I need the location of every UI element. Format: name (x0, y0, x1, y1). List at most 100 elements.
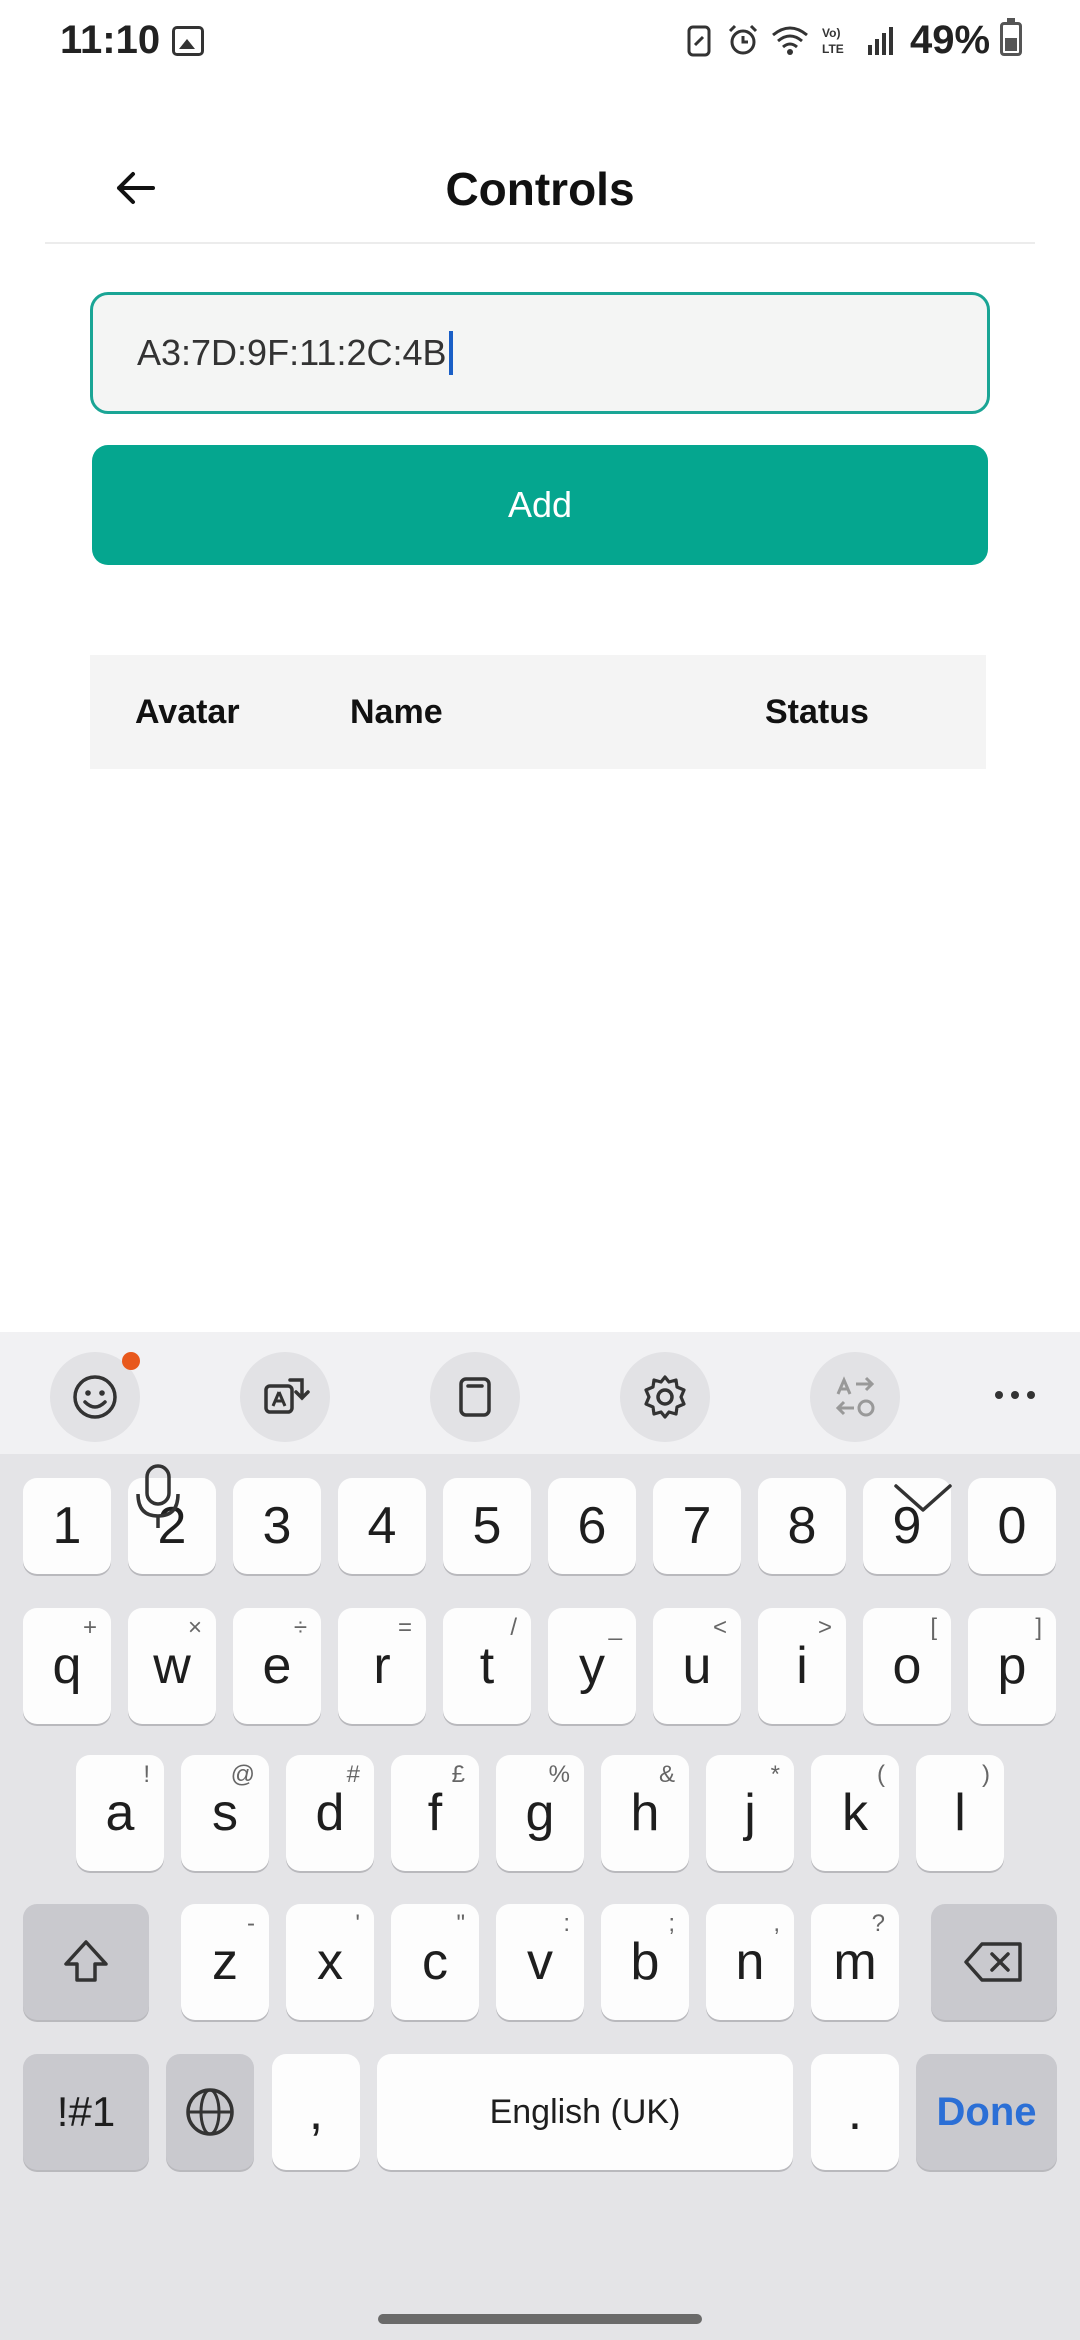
comma-key[interactable]: , (272, 2054, 360, 2170)
key-letter: l (954, 1784, 966, 1842)
key-h[interactable]: h & (601, 1755, 689, 1871)
key-letter: i (796, 1637, 808, 1695)
key-letter: c (422, 1933, 448, 1991)
emoji-button[interactable] (50, 1352, 140, 1442)
done-key[interactable]: Done (916, 2054, 1057, 2170)
key-hint: / (510, 1614, 517, 1641)
key-hint: ! (143, 1761, 150, 1788)
clipboard-button[interactable] (430, 1352, 520, 1442)
key-hint: > (817, 1614, 832, 1641)
key-hint: × (187, 1614, 202, 1641)
key-l[interactable]: l) (916, 1755, 1004, 1871)
volte-icon: Vo) LTE (822, 26, 844, 56)
key-a[interactable]: a! (76, 1755, 164, 1871)
clipboard-icon (459, 1377, 491, 1417)
key-k[interactable]: k( (811, 1755, 899, 1871)
app-header: Controls (45, 120, 1035, 244)
key-hint: ; (668, 1910, 675, 1937)
translate-button[interactable] (240, 1352, 330, 1442)
key-letter: j (744, 1784, 756, 1842)
settings-icon (644, 1375, 686, 1419)
key-s[interactable]: s @ (181, 1755, 269, 1871)
chevron-down-icon[interactable] (890, 1478, 956, 1518)
key-4[interactable]: 4 (338, 1478, 426, 1574)
key-hint: & (658, 1761, 675, 1788)
svg-text:Vo): Vo) (822, 26, 840, 40)
symbols-key[interactable]: !#1 (23, 2054, 149, 2170)
key-e[interactable]: e ÷ (233, 1608, 321, 1724)
key-hint: ' (355, 1910, 360, 1937)
key-hint: ] (1035, 1614, 1042, 1641)
key-hint: @ (230, 1761, 255, 1788)
add-button[interactable]: Add (92, 445, 988, 565)
key-o[interactable]: o[ (863, 1608, 951, 1724)
key-letter: y (579, 1637, 605, 1695)
key-8[interactable]: 8 (758, 1478, 846, 1574)
battery-icon (1000, 18, 1022, 56)
text-convert-icon (835, 1376, 875, 1417)
key-letter: e (262, 1637, 292, 1695)
mac-address-value: A3:7D:9F:11:2C:4B (137, 332, 447, 373)
key-hint: * (770, 1761, 780, 1788)
battery-saver-icon (687, 25, 711, 57)
key-letter: f (427, 1784, 443, 1842)
column-header-status: Status (765, 693, 869, 731)
key-p[interactable]: p] (968, 1608, 1056, 1724)
key-0[interactable]: 0 (968, 1478, 1056, 1574)
svg-text:LTE: LTE (822, 42, 844, 56)
key-letter: k (842, 1784, 868, 1842)
text-convert-button[interactable] (810, 1352, 900, 1442)
key-v[interactable]: v: (496, 1904, 584, 2020)
key-g[interactable]: g% (496, 1755, 584, 1871)
status-icons: Vo) LTE (682, 20, 898, 60)
key-j[interactable]: j * (706, 1755, 794, 1871)
key-letter: s (212, 1784, 238, 1842)
battery-percent: 49% (910, 18, 991, 62)
key-b[interactable]: b; (601, 1904, 689, 2020)
microphone-icon[interactable] (130, 1462, 186, 1532)
key-hint: £ (451, 1761, 465, 1788)
key-w[interactable]: w × (128, 1608, 216, 1724)
space-bar[interactable]: English (UK) (377, 2054, 793, 2170)
key-3[interactable]: 3 (233, 1478, 321, 1574)
key-x[interactable]: x ' (286, 1904, 374, 2020)
key-1[interactable]: 1 (23, 1478, 111, 1574)
mac-address-input[interactable]: A3:7D:9F:11:2C:4B (90, 292, 990, 414)
backspace-key[interactable] (931, 1904, 1057, 2020)
status-time: 11:10 (60, 18, 161, 62)
key-7[interactable]: 7 (653, 1478, 741, 1574)
key-f[interactable]: f £ (391, 1755, 479, 1871)
keyboard-toolbar (0, 1332, 1080, 1454)
key-y[interactable]: y _ (548, 1608, 636, 1724)
key-hint: = (397, 1614, 412, 1641)
text-cursor (448, 331, 453, 375)
key-d[interactable]: d # (286, 1755, 374, 1871)
signal-icon (868, 27, 893, 55)
shift-key[interactable] (23, 1904, 149, 2020)
key-c[interactable]: c " (391, 1904, 479, 2020)
more-icon[interactable] (990, 1370, 1040, 1420)
key-6[interactable]: 6 (548, 1478, 636, 1574)
language-key[interactable] (166, 2054, 254, 2170)
key-letter: a (105, 1784, 135, 1842)
key-letter: o (892, 1637, 922, 1695)
key-5[interactable]: 5 (443, 1478, 531, 1574)
key-r[interactable]: r = (338, 1608, 426, 1724)
key-i[interactable]: i > (758, 1608, 846, 1724)
key-m[interactable]: m? (811, 1904, 899, 2020)
key-hint: % (548, 1761, 570, 1788)
key-q[interactable]: q + (23, 1608, 111, 1724)
key-hint: [ (930, 1614, 937, 1641)
key-z[interactable]: z- (181, 1904, 269, 2020)
key-t[interactable]: t / (443, 1608, 531, 1724)
key-letter: n (735, 1933, 765, 1991)
key-letter: u (682, 1637, 712, 1695)
key-letter: z (212, 1933, 238, 1991)
key-u[interactable]: u < (653, 1608, 741, 1724)
period-key[interactable]: . (811, 2054, 899, 2170)
key-letter: x (317, 1933, 343, 1991)
keyboard-settings-button[interactable] (620, 1352, 710, 1442)
key-hint: < (712, 1614, 727, 1641)
home-indicator[interactable] (378, 2314, 702, 2324)
key-n[interactable]: n, (706, 1904, 794, 2020)
